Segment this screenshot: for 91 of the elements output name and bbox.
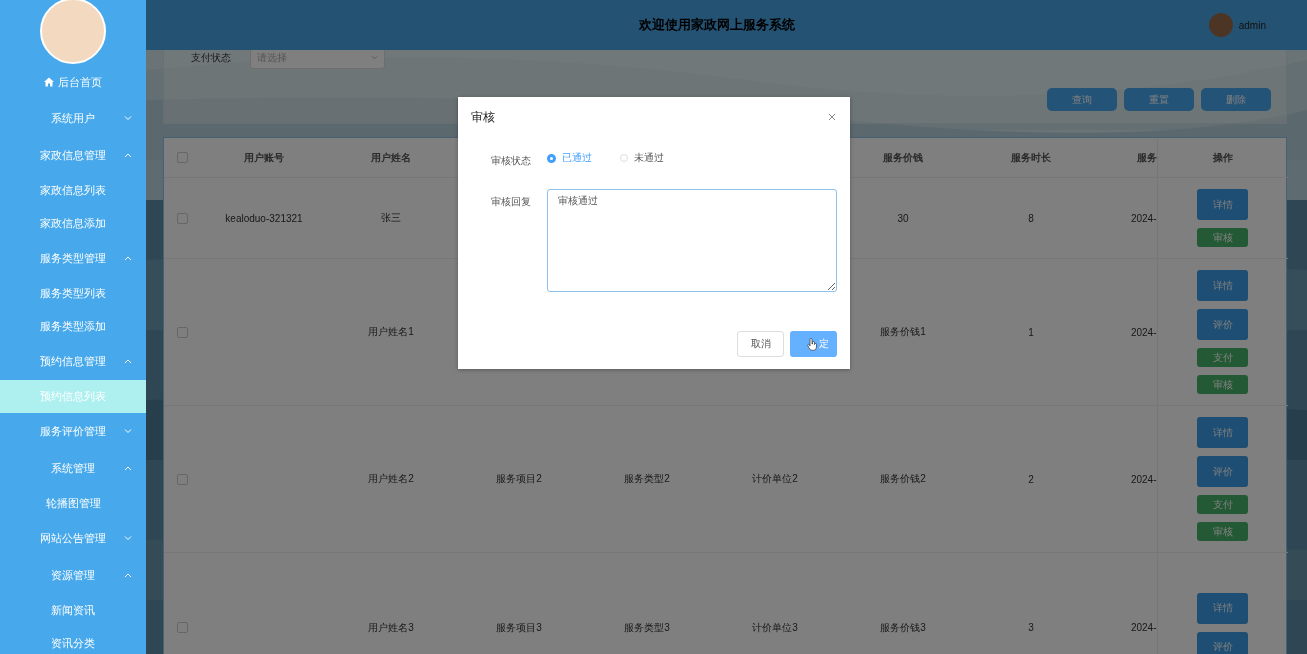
- table-cell: 服务价钱2: [880, 473, 926, 484]
- checkbox[interactable]: [177, 152, 188, 164]
- search-button[interactable]: 重置: [1124, 88, 1194, 111]
- sidebar-group[interactable]: 网站公告管理: [0, 520, 146, 557]
- action-button[interactable]: 审核: [1197, 522, 1249, 541]
- action-button[interactable]: 评价: [1197, 456, 1249, 487]
- sidebar-group[interactable]: 预约信息管理: [0, 343, 146, 380]
- table-cell: 2024-: [1130, 212, 1157, 224]
- table-cell: 3: [1028, 622, 1034, 633]
- table-cell: 用户姓名2: [368, 473, 414, 484]
- reply-field[interactable]: 审核通过: [547, 189, 837, 292]
- action-button[interactable]: 详情: [1197, 592, 1249, 624]
- action-button[interactable]: 详情: [1197, 270, 1249, 301]
- dialog-title: 审核: [471, 108, 495, 126]
- home-icon: [44, 77, 54, 87]
- sidebar-group[interactable]: 家政信息管理: [0, 137, 146, 174]
- checkbox[interactable]: [177, 326, 188, 338]
- confirm-button[interactable]: 定: [790, 331, 837, 357]
- radio-option[interactable]: 已通过: [547, 148, 592, 168]
- chevron-icon: [371, 55, 378, 60]
- search-button[interactable]: 查询: [1047, 88, 1117, 111]
- action-button[interactable]: 审核: [1197, 228, 1249, 247]
- table-cell: 1: [1028, 326, 1034, 338]
- sidebar-item[interactable]: 轮播图管理: [0, 487, 146, 520]
- action-button[interactable]: 评价: [1197, 631, 1249, 654]
- column-header: 服务价钱: [883, 151, 923, 163]
- user-name: admin: [1238, 19, 1266, 31]
- table-cell: 服务类型2: [624, 473, 670, 484]
- table-cell: 用户姓名3: [368, 621, 414, 633]
- table-cell: 用户姓名1: [368, 326, 414, 337]
- column-header: 服务时长: [1011, 151, 1051, 163]
- action-button[interactable]: 支付: [1197, 348, 1249, 367]
- table-cell: 张三: [381, 212, 401, 223]
- search-button[interactable]: 删除: [1201, 88, 1271, 111]
- table-cell: 服务项目3: [496, 621, 542, 633]
- checkbox[interactable]: [177, 212, 188, 224]
- field-label: 支付状态: [191, 50, 231, 65]
- action-button[interactable]: 审核: [1197, 375, 1249, 394]
- table-cell: 计价单位3: [752, 621, 798, 633]
- chevron-icon: [124, 115, 132, 121]
- table-cell: 30: [897, 212, 909, 224]
- table-cell: kealoduo-321321: [225, 212, 303, 224]
- chevron-icon: [124, 465, 132, 471]
- field-label: 审核回复: [490, 195, 532, 209]
- app-title: 欢迎使用家政网上服务系统: [638, 16, 797, 34]
- action-button[interactable]: 评价: [1197, 309, 1249, 340]
- chevron-icon: [124, 358, 132, 364]
- sidebar-item[interactable]: 家政信息列表: [0, 174, 146, 207]
- column-header: 用户账号: [244, 151, 284, 163]
- chevron-icon: [124, 535, 132, 541]
- table-cell: 服务项目2: [496, 473, 542, 484]
- close-icon[interactable]: [827, 112, 837, 122]
- chevron-icon: [124, 255, 132, 261]
- chevron-icon: [124, 428, 132, 434]
- table-cell: 8: [1028, 212, 1034, 224]
- sidebar-item[interactable]: 服务类型列表: [0, 277, 146, 310]
- sidebar-item[interactable]: 家政信息添加: [0, 207, 146, 240]
- table-cell: 服务类型3: [624, 621, 670, 633]
- sidebar-item[interactable]: 资讯分类: [0, 627, 146, 654]
- sidebar-group[interactable]: 服务类型管理: [0, 240, 146, 277]
- table-cell: 2024-: [1130, 473, 1157, 485]
- sidebar-group[interactable]: 系统用户: [0, 100, 146, 137]
- column-header: 用户姓名: [371, 151, 411, 163]
- sidebar-group[interactable]: 服务评价管理: [0, 413, 146, 450]
- chevron-icon: [124, 572, 132, 578]
- action-button[interactable]: 支付: [1197, 495, 1249, 514]
- sidebar-group[interactable]: 资源管理: [0, 557, 146, 594]
- checkbox[interactable]: [177, 473, 188, 485]
- table-cell: 2024-: [1130, 326, 1157, 338]
- column-header: 服务: [1136, 151, 1157, 163]
- sidebar-label: 后台首页: [58, 74, 102, 90]
- table-cell: 服务价钱3: [880, 621, 926, 633]
- sidebar-group[interactable]: 系统管理: [0, 450, 146, 487]
- hand-cursor-icon: [806, 337, 818, 351]
- avatar: [40, 0, 106, 64]
- sidebar-item[interactable]: 后台首页: [0, 64, 146, 100]
- column-header: 操作: [1212, 151, 1233, 163]
- field-label: 审核状态: [490, 154, 532, 168]
- table-cell: 2024-: [1130, 622, 1157, 633]
- action-button[interactable]: 详情: [1197, 417, 1249, 448]
- checkbox[interactable]: [177, 622, 188, 634]
- sidebar-item[interactable]: 新闻资讯: [0, 594, 146, 627]
- table-cell: 计价单位2: [752, 473, 798, 484]
- chevron-icon: [124, 152, 132, 158]
- table-cell: 服务价钱1: [880, 326, 926, 337]
- avatar[interactable]: [1208, 13, 1233, 37]
- cancel-button[interactable]: 取消: [737, 331, 784, 357]
- sidebar-item[interactable]: 服务类型添加: [0, 310, 146, 343]
- table-cell: 2: [1028, 473, 1034, 485]
- action-button[interactable]: 详情: [1197, 189, 1249, 220]
- radio-option[interactable]: 未通过: [620, 148, 664, 168]
